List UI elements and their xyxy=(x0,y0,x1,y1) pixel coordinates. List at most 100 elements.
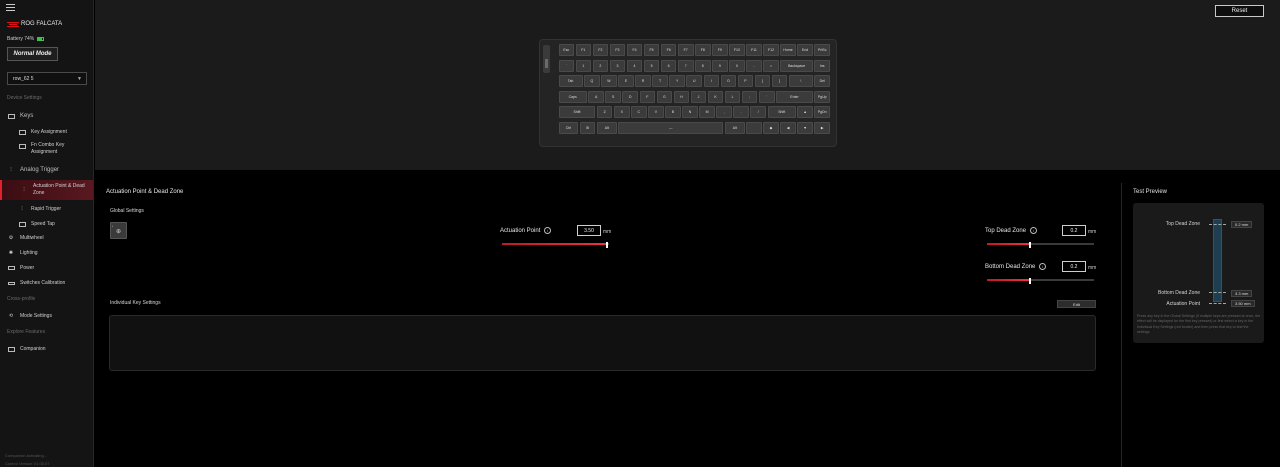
info-icon[interactable]: i xyxy=(1039,263,1047,270)
keyboard-key[interactable]: J xyxy=(690,90,707,103)
keyboard-key[interactable]: 6 xyxy=(660,59,677,72)
nav-multiwheel[interactable]: ⚙ Multiwheel xyxy=(0,233,93,243)
keyboard-key[interactable]: F2 xyxy=(592,44,609,56)
keyboard-key[interactable]: ▶ xyxy=(814,121,830,134)
keyboard-key[interactable]: G xyxy=(656,90,673,103)
keyboard-key[interactable]: Alt xyxy=(596,121,617,134)
keyboard-key[interactable]: F4 xyxy=(626,44,643,56)
nav-companion[interactable]: Companion xyxy=(0,344,93,354)
keyboard-key[interactable]: L xyxy=(724,90,741,103)
keyboard-key[interactable]: 4 xyxy=(626,59,643,72)
keyboard-key[interactable]: F7 xyxy=(677,44,694,56)
keyboard-key[interactable]: F1 xyxy=(575,44,592,56)
edit-button[interactable]: Edit xyxy=(1057,300,1096,308)
keyboard-key[interactable]: = xyxy=(763,59,779,72)
keyboard-key[interactable]: X xyxy=(613,106,630,118)
keyboard-key[interactable]: . xyxy=(733,106,749,118)
keyboard-key[interactable]: Enter xyxy=(776,90,813,103)
keyboard-key[interactable]: 2 xyxy=(592,59,609,72)
top-dead-zone-thumb[interactable] xyxy=(1028,242,1031,248)
keyboard-key[interactable]: PgUp xyxy=(814,90,830,103)
keyboard-key[interactable]: \ xyxy=(788,75,813,87)
actuation-point-input[interactable]: 3.50 xyxy=(577,225,601,236)
keyboard-key[interactable]: 9 xyxy=(712,59,728,72)
keyboard-key[interactable]: ▲ xyxy=(797,106,813,118)
keyboard-key[interactable]: ▼ xyxy=(797,121,813,134)
keyboard-key[interactable]: B xyxy=(665,106,681,118)
keyboard-key[interactable]: T xyxy=(652,75,668,87)
keyboard-key[interactable]: Ins xyxy=(814,59,830,72)
keyboard-key[interactable]: N xyxy=(682,106,698,118)
keyboard-key[interactable]: End xyxy=(797,44,813,56)
keyboard-key[interactable]: / xyxy=(750,106,767,118)
keyboard-key[interactable]: C xyxy=(631,106,647,118)
keyboard-key[interactable]: A xyxy=(588,90,604,103)
keyboard-key[interactable]: Shift xyxy=(558,106,596,118)
keyboard-key[interactable]: E xyxy=(618,75,634,87)
individual-key-settings-area[interactable] xyxy=(109,315,1096,371)
top-dead-zone-input[interactable]: 0.2 xyxy=(1062,225,1086,236)
keyboard-key[interactable]: ⊞ xyxy=(579,121,596,134)
keyboard-key[interactable]: ◀ xyxy=(780,121,796,134)
keyboard-key[interactable] xyxy=(746,121,762,134)
keyboard-key[interactable]: I xyxy=(703,75,720,87)
nav-mode-settings[interactable]: ⟲ Mode Settings xyxy=(0,311,93,321)
keyboard-key[interactable]: Z xyxy=(596,106,613,118)
nav-analog-trigger[interactable]: ⫶ Analog Trigger xyxy=(0,165,93,175)
nav-speed-tap[interactable]: Speed Tap xyxy=(0,219,93,229)
nav-power[interactable]: Power xyxy=(0,263,93,273)
keyboard-key[interactable]: [ xyxy=(754,75,771,87)
nav-lighting[interactable]: ✺ Lighting xyxy=(0,248,93,258)
keyboard-key[interactable]: F12 xyxy=(763,44,779,56)
keyboard-key[interactable]: Tab xyxy=(558,75,583,87)
bottom-dead-zone-slider[interactable] xyxy=(987,278,1094,284)
keyboard-key[interactable]: Backspace xyxy=(780,59,813,72)
bottom-dead-zone-input[interactable]: 0.2 xyxy=(1062,261,1086,272)
keyboard-key[interactable]: W xyxy=(601,75,617,87)
actuation-slider-thumb[interactable] xyxy=(605,242,608,248)
keyboard-key[interactable]: PrtSc xyxy=(814,44,830,56)
nav-switches-calibration[interactable]: Switches Calibration xyxy=(0,278,93,288)
keyboard-key[interactable]: 3 xyxy=(609,59,626,72)
keyboard-key[interactable]: F11 xyxy=(746,44,762,56)
keyboard-key[interactable]: 7 xyxy=(677,59,694,72)
hamburger-icon[interactable] xyxy=(6,4,15,11)
keyboard-key[interactable]: F3 xyxy=(609,44,626,56)
keyboard-key[interactable]: Shift xyxy=(767,106,796,118)
bottom-dead-zone-thumb[interactable] xyxy=(1028,278,1031,284)
nav-actuation-dead-zone[interactable]: ⫶ Actuation Point & Dead Zone xyxy=(0,180,93,200)
keyboard-key[interactable]: F5 xyxy=(643,44,660,56)
keyboard-key[interactable]: Del xyxy=(814,75,830,87)
keyboard-key[interactable]: ` xyxy=(558,59,575,72)
keyboard-key[interactable]: F8 xyxy=(695,44,711,56)
reset-button[interactable]: Reset xyxy=(1215,5,1264,17)
keyboard-key[interactable]: 8 xyxy=(695,59,711,72)
keyboard-key[interactable]: F6 xyxy=(660,44,677,56)
keyboard-key[interactable]: ; xyxy=(741,90,758,103)
keyboard-key[interactable]: F9 xyxy=(712,44,728,56)
keyboard-key[interactable]: M xyxy=(699,106,715,118)
nav-fn-combo[interactable]: Fn Combo Key Assignment xyxy=(0,142,93,159)
keyboard-key[interactable]: - xyxy=(746,59,762,72)
info-icon[interactable]: i xyxy=(1030,227,1038,234)
keyboard-key[interactable]: S xyxy=(605,90,621,103)
keyboard-key[interactable]: ] xyxy=(771,75,788,87)
keyboard-key[interactable]: PgDn xyxy=(814,106,830,118)
keyboard-key[interactable]: P xyxy=(737,75,754,87)
keyboard-key[interactable]: Ctrl xyxy=(558,121,579,134)
keyboard-key[interactable]: F10 xyxy=(729,44,745,56)
keyboard-key[interactable]: V xyxy=(648,106,664,118)
keyboard-key[interactable]: , xyxy=(716,106,732,118)
keyboard-key[interactable]: U xyxy=(686,75,703,87)
keyboard-key[interactable]: ' xyxy=(758,90,775,103)
keyboard-key[interactable]: Esc xyxy=(558,44,575,56)
keyboard-key[interactable]: F xyxy=(639,90,656,103)
actuation-point-slider[interactable] xyxy=(502,242,609,248)
keyboard-key[interactable]: O xyxy=(720,75,737,87)
nav-rapid-trigger[interactable]: ⫶ Rapid Trigger xyxy=(0,204,93,214)
keyboard-key[interactable]: 5 xyxy=(643,59,660,72)
keyboard-key[interactable]: H xyxy=(673,90,690,103)
keyboard-key[interactable]: R xyxy=(635,75,651,87)
nav-key-assignment[interactable]: Key Assignment xyxy=(0,127,93,137)
top-dead-zone-slider[interactable] xyxy=(987,242,1094,248)
